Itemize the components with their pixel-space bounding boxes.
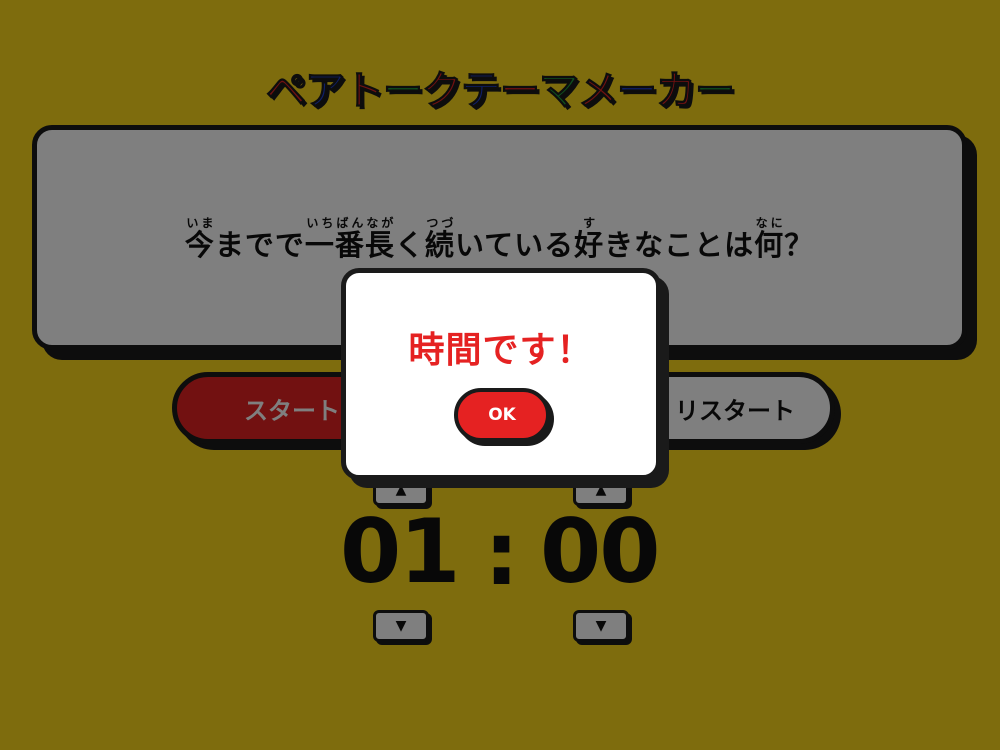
time-up-dialog: 時間です！ OK bbox=[341, 268, 661, 480]
ok-button[interactable]: OK bbox=[454, 388, 550, 442]
dialog-message: 時間です！ bbox=[408, 330, 594, 371]
